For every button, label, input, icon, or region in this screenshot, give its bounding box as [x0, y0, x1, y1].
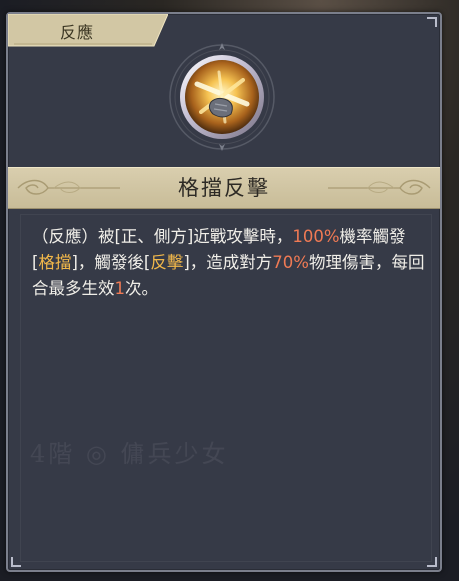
trigger-chance-value: 100%	[292, 227, 340, 246]
skill-icon-frame[interactable]	[167, 42, 277, 152]
keyword-block[interactable]: 格擋	[38, 253, 71, 272]
tab-label: 反應	[60, 23, 95, 42]
skill-title: 格擋反擊	[178, 176, 270, 200]
desc-text: ]，造成對方	[183, 253, 273, 272]
skill-description: （反應）被[正、側方]近戰攻擊時，100%機率觸發[格擋]，觸發後[反擊]，造成…	[32, 224, 427, 302]
skill-title-band: 格擋反擊	[8, 167, 440, 209]
damage-percent-value: 70%	[272, 253, 309, 272]
crossed-swords-parry-icon	[169, 43, 275, 151]
desc-text: ]，觸發後[	[71, 253, 151, 272]
keyword-counter[interactable]: 反擊	[150, 253, 183, 272]
background-watermark: 4階 ◎ 傭兵少女	[30, 440, 229, 468]
skill-type-tab[interactable]: 反應	[8, 14, 168, 48]
skill-detail-panel: 反應 格擋反擊 （反應）被[正、側方]近戰攻擊時，100%機率觸發[格擋]，觸發…	[6, 12, 442, 572]
corner-ornament	[427, 17, 437, 27]
desc-text: 次。	[125, 279, 158, 298]
desc-text: （反應）被[正、側方]近戰攻擊時，	[32, 227, 293, 246]
max-trigger-count-value: 1	[114, 279, 126, 298]
corner-ornament	[11, 557, 21, 567]
corner-ornament	[427, 557, 437, 567]
